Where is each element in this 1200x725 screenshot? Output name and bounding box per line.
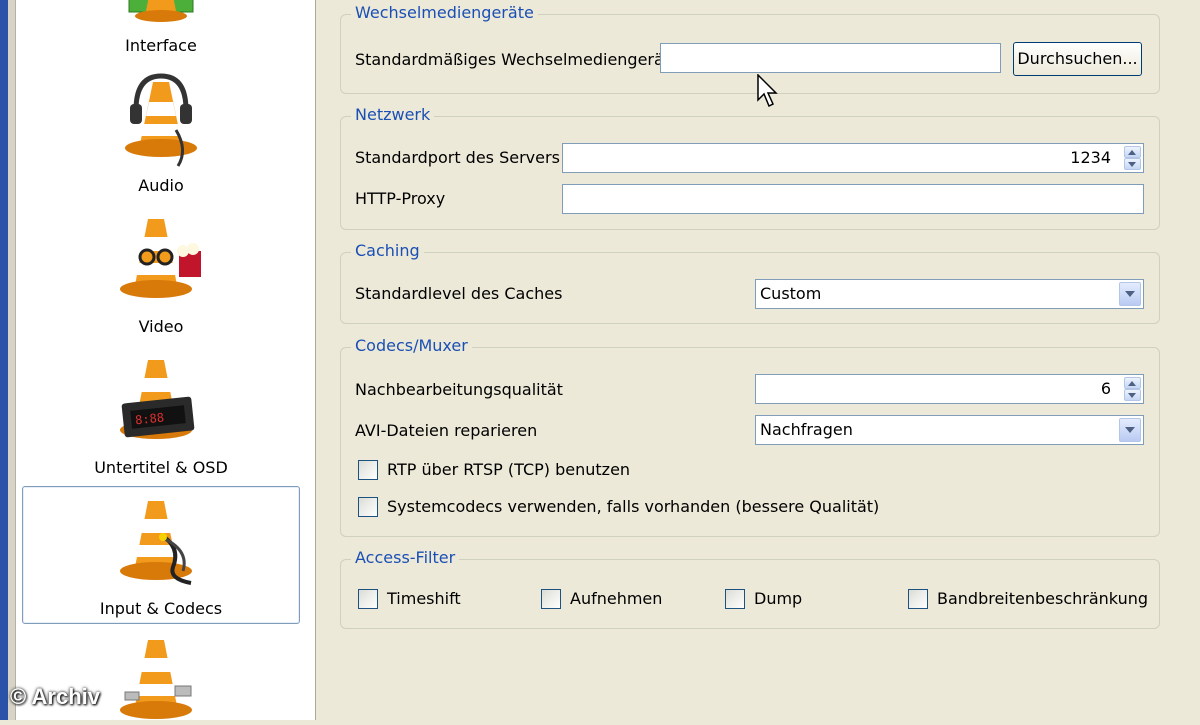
- rtp-over-rtsp-checkbox[interactable]: [358, 460, 378, 480]
- sidebar-item-video[interactable]: Video: [22, 211, 300, 349]
- cache-level-value: Custom: [760, 284, 822, 303]
- vlc-cone-subtitles-icon: 8:88: [111, 356, 211, 451]
- spin-buttons[interactable]: [1124, 146, 1141, 170]
- spin-buttons[interactable]: [1124, 377, 1141, 401]
- sidebar-item-label: Interface: [125, 36, 197, 55]
- sidebar-item-label: Untertitel & OSD: [94, 458, 228, 477]
- spin-down-icon[interactable]: [1124, 158, 1141, 170]
- sidebar-item-subtitles[interactable]: 8:88 Untertitel & OSD: [22, 352, 300, 490]
- sidebar-item-audio[interactable]: Audio: [22, 70, 300, 208]
- spin-up-icon[interactable]: [1124, 377, 1141, 389]
- dump-label[interactable]: Dump: [754, 589, 802, 608]
- sidebar-item-input-codecs[interactable]: Input & Codecs: [22, 486, 300, 624]
- system-codecs-checkbox[interactable]: [358, 497, 378, 517]
- vlc-cone-interface-icon: [121, 0, 201, 31]
- postprocessing-label: Nachbearbeitungsqualität: [355, 380, 563, 399]
- sidebar-item-label: Video: [138, 317, 184, 336]
- default-device-input[interactable]: [660, 43, 1001, 73]
- vlc-cone-video-icon: [111, 215, 211, 310]
- default-device-label: Standardmäßiges Wechselmediengerät: [355, 50, 671, 69]
- postprocessing-spinbox[interactable]: 6: [755, 374, 1144, 404]
- timeshift-label[interactable]: Timeshift: [387, 589, 461, 608]
- vlc-cone-advanced-icon: [111, 636, 211, 725]
- rtp-over-rtsp-label[interactable]: RTP über RTSP (TCP) benutzen: [387, 460, 630, 479]
- bandwidth-limit-checkbox[interactable]: [908, 589, 928, 609]
- chevron-down-icon[interactable]: [1119, 418, 1141, 442]
- cache-level-select[interactable]: Custom: [755, 279, 1144, 309]
- watermark: © Archiv: [10, 684, 100, 709]
- sidebar-item-label: Input & Codecs: [99, 599, 223, 618]
- avi-repair-select[interactable]: Nachfragen: [755, 415, 1144, 445]
- postprocessing-value: 6: [1100, 379, 1111, 398]
- timeshift-checkbox[interactable]: [358, 589, 378, 609]
- http-proxy-label: HTTP-Proxy: [355, 189, 446, 208]
- sidebar-item-interface[interactable]: Interface: [22, 0, 300, 68]
- vlc-cone-input-icon: [111, 497, 211, 592]
- group-title: Caching: [351, 241, 424, 260]
- group-title: Access-Filter: [351, 548, 460, 567]
- avi-repair-label: AVI-Dateien reparieren: [355, 421, 538, 440]
- browse-button[interactable]: Durchsuchen...: [1013, 42, 1142, 76]
- group-title: Codecs/Muxer: [351, 336, 472, 355]
- server-port-value: 1234: [1070, 148, 1111, 167]
- record-checkbox[interactable]: [541, 589, 561, 609]
- window-frame-inner: [8, 0, 16, 720]
- window-frame-edge: [0, 0, 8, 720]
- spin-down-icon[interactable]: [1124, 389, 1141, 401]
- mouse-cursor-icon: [757, 73, 781, 115]
- server-port-label: Standardport des Servers: [355, 148, 560, 167]
- group-title: Netzwerk: [351, 105, 435, 124]
- category-sidebar: Interface Audio Video 8:88 Untertitel & …: [16, 0, 316, 720]
- chevron-down-icon[interactable]: [1119, 282, 1141, 306]
- vlc-cone-audio-icon: [116, 70, 206, 175]
- system-codecs-label[interactable]: Systemcodecs verwenden, falls vorhanden …: [387, 497, 879, 516]
- avi-repair-value: Nachfragen: [760, 420, 853, 439]
- record-label[interactable]: Aufnehmen: [570, 589, 662, 608]
- server-port-spinbox[interactable]: 1234: [562, 143, 1144, 173]
- spin-up-icon[interactable]: [1124, 146, 1141, 158]
- sidebar-item-label: Audio: [138, 176, 184, 195]
- http-proxy-input[interactable]: [562, 184, 1144, 214]
- bandwidth-limit-label[interactable]: Bandbreitenbeschränkung: [937, 589, 1148, 608]
- group-title: Wechselmediengeräte: [351, 3, 538, 22]
- dump-checkbox[interactable]: [725, 589, 745, 609]
- cache-level-label: Standardlevel des Caches: [355, 284, 563, 303]
